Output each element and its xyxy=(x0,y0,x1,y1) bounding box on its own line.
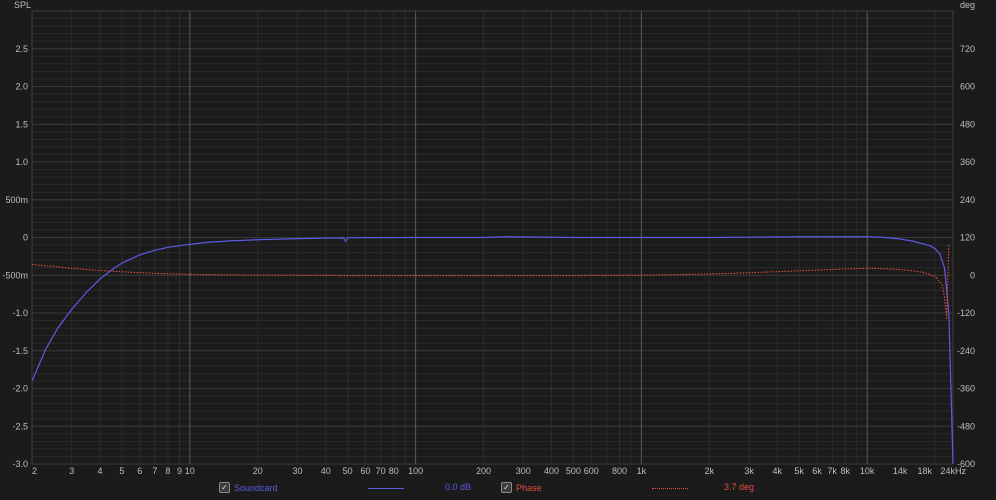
y2-tick-label: 240 xyxy=(960,195,975,205)
y-tick-label: 1.5 xyxy=(15,119,28,129)
x-tick-label: 3k xyxy=(744,466,754,476)
x-tick-label: 1k xyxy=(637,466,647,476)
phase-checkbox[interactable]: ✓ xyxy=(501,482,512,493)
x-tick-label: 8 xyxy=(165,466,170,476)
y2-tick-label: 720 xyxy=(960,44,975,54)
x-tick-label: 60 xyxy=(360,466,370,476)
phase-line-swatch xyxy=(652,488,688,489)
x-tick-label: 200 xyxy=(476,466,491,476)
x-tick-label: 70 xyxy=(376,466,386,476)
plot-background xyxy=(0,0,996,480)
soundcard-line-swatch xyxy=(368,488,404,489)
y-tick-label: 1.0 xyxy=(15,157,28,167)
x-tick-label: 10 xyxy=(185,466,195,476)
legend-item-phase[interactable]: ✓ Phase xyxy=(501,482,542,493)
x-tick-label: 18k xyxy=(918,466,933,476)
x-tick-label: 6k xyxy=(812,466,822,476)
x-tick-label: 2k xyxy=(705,466,715,476)
x-tick-label: 5k xyxy=(794,466,804,476)
phase-readout: 3.7 deg xyxy=(724,482,755,492)
x-tick-label: 50 xyxy=(343,466,353,476)
soundcard-readout-item: 0.0 dB xyxy=(445,482,471,492)
legend: ✓ Soundcard 0.0 dB ✓ Phase 3.7 deg xyxy=(0,480,996,496)
y-tick-label: -1.0 xyxy=(12,308,28,318)
x-tick-label: 300 xyxy=(516,466,531,476)
soundcard-readout: 0.0 dB xyxy=(445,482,472,492)
y-tick-label: -2.5 xyxy=(12,421,28,431)
right-axis-unit: deg xyxy=(960,0,975,10)
x-tick-label: 6 xyxy=(137,466,142,476)
y2-tick-label: 600 xyxy=(960,82,975,92)
y2-tick-label: 0 xyxy=(970,270,975,280)
y-tick-label: 2.0 xyxy=(15,82,28,92)
x-tick-label: 30 xyxy=(293,466,303,476)
y-tick-label: -3.0 xyxy=(12,459,28,469)
x-tick-label: 9 xyxy=(177,466,182,476)
x-tick-label: 500 xyxy=(566,466,581,476)
legend-item-soundcard[interactable]: ✓ Soundcard xyxy=(219,482,278,493)
x-tick-label: 7k xyxy=(827,466,837,476)
y2-tick-label: -240 xyxy=(957,346,975,356)
x-tick-label: 600 xyxy=(584,466,599,476)
x-tick-label: 10k xyxy=(860,466,875,476)
x-tick-label: 14k xyxy=(893,466,908,476)
x-tick-label: 40 xyxy=(321,466,331,476)
y2-tick-label: -600 xyxy=(957,459,975,469)
x-tick-label: 4k xyxy=(773,466,783,476)
y-tick-label: 0 xyxy=(23,233,28,243)
phase-label: Phase xyxy=(516,482,542,493)
x-tick-label: 20 xyxy=(253,466,263,476)
y2-tick-label: 360 xyxy=(960,157,975,167)
y2-tick-label: 120 xyxy=(960,233,975,243)
y2-tick-label: -360 xyxy=(957,384,975,394)
x-tick-label: 5 xyxy=(119,466,124,476)
y-tick-label: -1.5 xyxy=(12,346,28,356)
y-tick-label: -500m xyxy=(2,270,28,280)
x-tick-label: 80 xyxy=(389,466,399,476)
x-tick-label: 7 xyxy=(152,466,157,476)
x-tick-label: 3 xyxy=(69,466,74,476)
y2-tick-label: -120 xyxy=(957,308,975,318)
x-tick-label: 400 xyxy=(544,466,559,476)
x-tick-label: 800 xyxy=(612,466,627,476)
x-tick-label: 100 xyxy=(408,466,423,476)
y-tick-label: 500m xyxy=(5,195,28,205)
x-tick-label: 2 xyxy=(32,466,37,476)
soundcard-checkbox[interactable]: ✓ xyxy=(219,482,230,493)
frequency-response-plot[interactable]: 2 3 4 5 6 7 8 9 10 20 30 40 50 60 70 80 100 200 300 400 500 6… xyxy=(0,0,996,480)
x-tick-label: 8k xyxy=(841,466,851,476)
x-tick-label: 4 xyxy=(97,466,102,476)
y-tick-label: 2.5 xyxy=(15,44,28,54)
y2-tick-label: -480 xyxy=(957,421,975,431)
soundcard-label: Soundcard xyxy=(234,482,278,493)
phase-readout-item: 3.7 deg xyxy=(724,482,754,492)
y2-tick-label: 480 xyxy=(960,119,975,129)
left-axis-unit: SPL xyxy=(14,0,31,10)
y-tick-label: -2.0 xyxy=(12,384,28,394)
